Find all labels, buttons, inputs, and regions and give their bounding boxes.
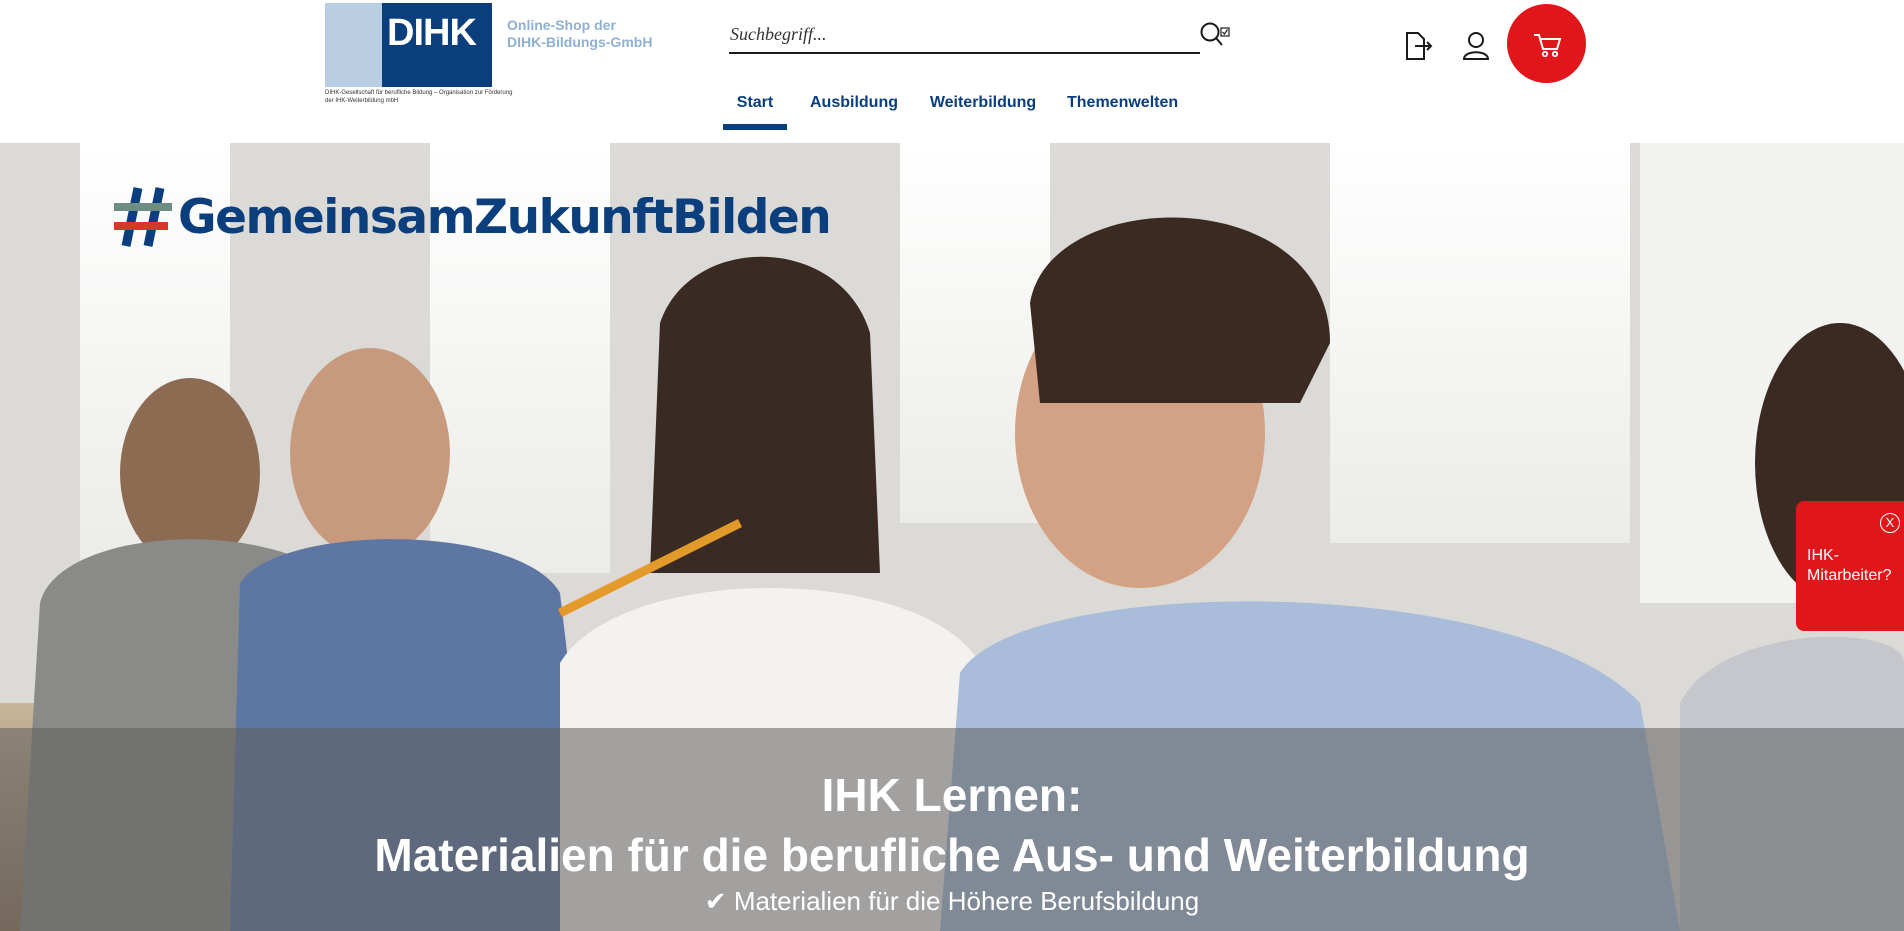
dihk-logo[interactable]: DIHK DIHK-Gesellschaft für berufliche Bi… xyxy=(325,3,512,104)
hashtag-icon xyxy=(114,187,172,247)
search-input[interactable] xyxy=(730,20,1170,48)
shop-name-line2: DIHK-Bildungs-GmbH xyxy=(507,34,653,50)
shop-name: Online-Shop der DIHK-Bildungs-GmbH xyxy=(507,17,657,51)
ihk-staff-link[interactable]: IHK-Mitarbeiter? xyxy=(1807,546,1904,586)
search-bar xyxy=(729,14,1200,54)
logo-text: DIHK xyxy=(387,12,477,54)
search-button[interactable] xyxy=(1199,21,1233,49)
nav-item-ausbildung[interactable]: Ausbildung xyxy=(810,88,898,130)
login-icon xyxy=(1406,32,1433,60)
hero-check-text: Materialien für die Höhere Berufsbildung xyxy=(733,886,1200,916)
checkmark-icon: ✔ xyxy=(704,886,727,916)
ihk-staff-flyout: X IHK-Mitarbeiter? xyxy=(1796,501,1904,631)
close-icon[interactable]: X xyxy=(1880,513,1900,533)
hashtag-text: GemeinsamZukunftBilden xyxy=(178,190,832,245)
login-button[interactable] xyxy=(1401,29,1435,63)
cart-icon xyxy=(1534,34,1562,58)
hero-caption: IHK Lernen: Materialien für die beruflic… xyxy=(0,728,1904,931)
logo-subtitle: DIHK-Gesellschaft für berufliche Bildung… xyxy=(325,90,513,104)
cart-button[interactable] xyxy=(1507,4,1586,83)
nav-item-start[interactable]: Start xyxy=(723,88,787,130)
site-header: DIHK DIHK-Gesellschaft für berufliche Bi… xyxy=(0,0,1904,143)
user-icon xyxy=(1462,32,1490,60)
hero-title-line2: Materialien für die berufliche Aus- und … xyxy=(374,829,1530,881)
hero-title-line1: IHK Lernen: xyxy=(821,769,1083,821)
hero-banner[interactable]: GemeinsamZukunftBilden IHK Lernen: Mater… xyxy=(0,143,1904,931)
hero-check-item: ✔ Materialien für die Höhere Berufsbildu… xyxy=(0,886,1904,917)
nav-item-themenwelten[interactable]: Themenwelten xyxy=(1067,88,1178,130)
hero-title: IHK Lernen: Materialien für die beruflic… xyxy=(0,765,1904,885)
shop-name-line1: Online-Shop der xyxy=(507,17,616,33)
search-icon xyxy=(1200,22,1230,46)
account-button[interactable] xyxy=(1459,29,1493,63)
nav-item-weiterbildung[interactable]: Weiterbildung xyxy=(929,88,1037,130)
